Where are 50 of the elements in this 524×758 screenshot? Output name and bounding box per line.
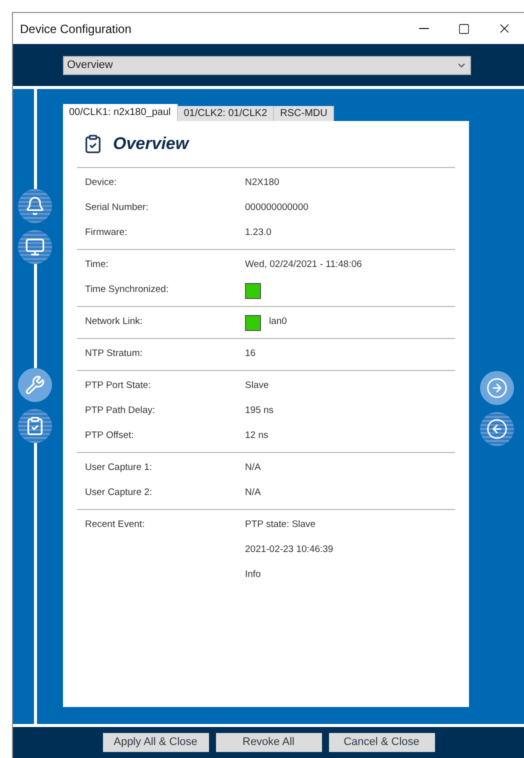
sidebar-nav-button[interactable] <box>18 409 52 443</box>
field-value: PTP state: Slave <box>245 518 316 532</box>
field-label: Time Synchronized: <box>85 283 169 298</box>
field-label: PTP Offset: <box>85 429 134 444</box>
field-label: Time: <box>85 258 108 272</box>
wrench-icon <box>25 375 45 395</box>
field-value: N/A <box>245 486 261 500</box>
view-dropdown[interactable]: Overview <box>63 56 471 74</box>
arrow-left-icon <box>486 418 508 440</box>
bell-icon <box>25 196 45 216</box>
sidebar-nav-button[interactable] <box>18 230 52 264</box>
field-label: PTP Path Delay: <box>85 404 156 418</box>
field-label: NTP Stratum: <box>85 347 142 362</box>
minimize-icon <box>419 28 429 29</box>
field-value: 12 ns <box>245 429 268 444</box>
sidebar-nav-button[interactable] <box>18 368 52 402</box>
window-title: Device Configuration <box>20 20 132 38</box>
field-value: Info <box>245 568 261 582</box>
field-label: Network Link: <box>85 315 143 330</box>
device-tab[interactable]: 01/CLK2: 01/CLK2 <box>178 106 274 121</box>
field-value: N2X180 <box>245 176 280 190</box>
field-value: 1.23.0 <box>245 226 272 240</box>
field-label: Recent Event: <box>85 518 145 532</box>
device-tab[interactable]: 00/CLK1: n2x180_paul <box>63 104 178 121</box>
field-value: 16 <box>245 347 256 362</box>
footer-button[interactable]: Apply All & Close <box>102 733 208 752</box>
field-value: 195 ns <box>245 404 274 418</box>
monitor-icon <box>25 237 45 257</box>
panel-title: Overview <box>113 133 189 156</box>
clipboard-check-icon <box>25 416 45 436</box>
page-nav-button[interactable] <box>480 371 514 405</box>
footer-button[interactable]: Cancel & Close <box>328 733 434 752</box>
field-value: lan0 <box>269 315 287 330</box>
arrow-right-icon <box>486 377 508 399</box>
field-label: User Capture 1: <box>85 461 152 476</box>
field-value: 2021-02-23 10:46:39 <box>245 543 334 558</box>
field-value: 000000000000 <box>245 201 308 216</box>
field-value: Wed, 02/24/2021 - 11:48:06 <box>245 258 362 272</box>
field-label: Serial Number: <box>85 201 148 216</box>
field-value: Slave <box>245 379 269 394</box>
field-label: Firmware: <box>85 226 128 240</box>
maximize-icon <box>458 22 470 34</box>
device-tab[interactable]: RSC-MDU <box>274 106 334 121</box>
field-value: N/A <box>245 461 261 476</box>
field-label: User Capture 2: <box>85 486 152 500</box>
field-label: Device: <box>85 176 117 190</box>
footer-button[interactable]: Revoke All <box>216 733 322 752</box>
sidebar-nav-button[interactable] <box>18 189 52 223</box>
clipboard-check-icon <box>83 134 103 154</box>
field-label: PTP Port State: <box>85 379 151 394</box>
